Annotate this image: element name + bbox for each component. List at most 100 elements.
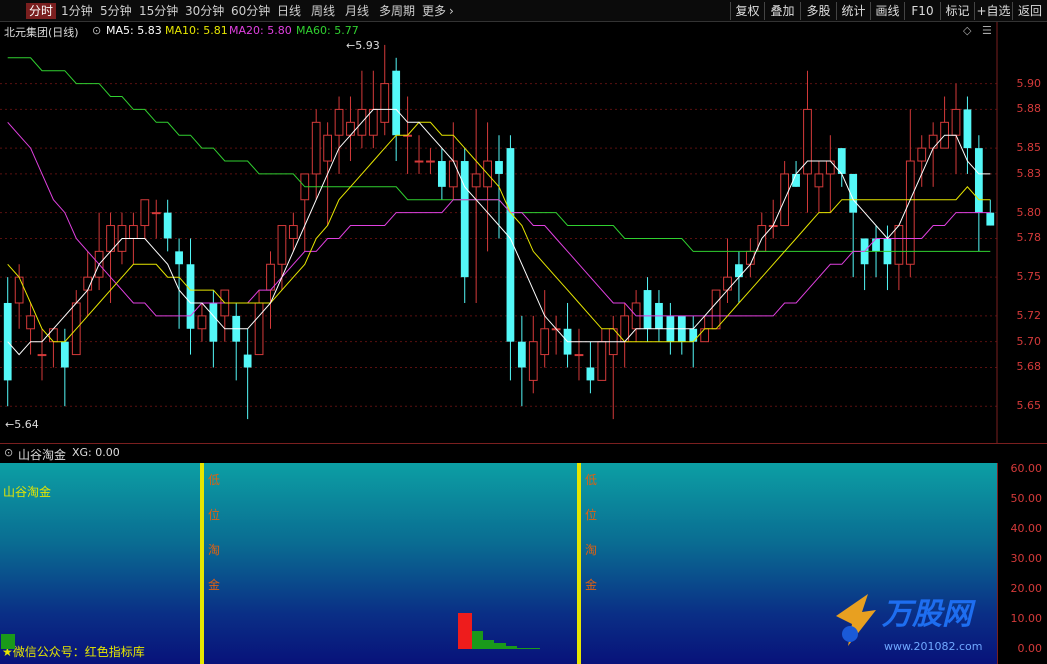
indicator-bar-green [0,634,15,649]
price-tick-label: 5.68 [1016,360,1042,374]
settings-icon[interactable]: ⊙ [92,24,101,37]
low-price-label: 5.64 [14,418,39,431]
price-tick-label: 5.72 [1016,308,1042,322]
watermark-url: www.201082.com [884,640,982,653]
indicator-label: 山谷淘金 [3,485,52,499]
candle-body-down [517,341,526,368]
candle-body-up [288,225,298,239]
candle-body-up [597,341,607,381]
candle-body-up [917,147,927,162]
chart-title: 北元集团(日线) [4,26,79,39]
candle-body-up [814,173,824,188]
candle-body-up [711,289,721,330]
period-tab-multi[interactable]: 多周期 [379,3,415,19]
indicator-bar-green [526,648,541,650]
mark-button[interactable]: 标记 [940,2,974,20]
overlay-button[interactable]: 叠加 [764,2,800,20]
candle-body-up [414,160,424,163]
candle-body-up [528,341,538,381]
menu-icon[interactable]: ☰ [982,24,992,37]
ma20-legend: MA20: 5.80 [229,24,292,37]
price-tick-label: 5.85 [1016,141,1042,155]
candle-body-up [368,108,378,136]
multi-stock-button[interactable]: 多股 [800,2,836,20]
period-tab-1min[interactable]: 1分钟 [61,3,93,19]
candle-body-up [49,328,58,343]
add-watchlist-button[interactable]: +自选 [974,2,1012,20]
settings-icon[interactable]: ⊙ [4,446,13,459]
period-tab-5min[interactable]: 5分钟 [100,3,132,19]
price-tick-label: 5.90 [1016,76,1042,90]
period-tab-daily[interactable]: 日线 [277,3,301,19]
candle-body-down [437,161,446,187]
period-tab-more[interactable]: 更多 [422,3,446,19]
candle-body-down [243,354,252,368]
candle-body-up [311,121,321,175]
price-tick-label: 5.83 [1016,166,1042,180]
statistics-button[interactable]: 统计 [836,2,870,20]
candle-body-up [951,108,961,136]
candle-body-down [643,290,652,329]
candle-body-down [163,212,172,239]
toolbar: 分时 1分钟 5分钟 15分钟 30分钟 60分钟 日线 周线 月线 多周期 更… [0,0,1047,22]
candle-body-up [540,328,550,356]
price-tick-label: 5.80 [1016,205,1042,219]
candle-body-down [735,264,743,278]
period-tab-15min[interactable]: 15分钟 [139,3,178,19]
indicator-tick-label: 40.00 [1010,522,1043,535]
candle-body-up [448,160,458,188]
candle-body-down [689,328,698,342]
period-tab-30min[interactable]: 30分钟 [185,3,224,19]
signal-char: 淘 [207,543,220,557]
candle-body-up [140,199,150,227]
candle-body-up [266,263,275,291]
restore-rights-button[interactable]: 复权 [730,2,764,20]
watermark-text: 万股网 [881,597,976,632]
ma60-legend: MA60: 5.77 [296,24,359,37]
indicator-header: ⊙ 山谷淘金 XG: 0.00 [0,444,1047,463]
main-kline-chart[interactable]: 北元集团(日线) ⊙ MA5: 5.83 MA10: 5.81 MA20: 5.… [0,22,1047,444]
high-price-label: 5.93 [355,39,380,52]
signal-char: 淘 [584,543,597,557]
candle-body-up [426,160,435,163]
candle-body-down [586,367,595,381]
candle-body-up [700,328,710,343]
high-price-marker: ←5.93 [346,39,380,52]
indicator-tick-label: 60.00 [1010,462,1043,475]
signal-char: 位 [207,508,220,522]
candle-body-up [323,134,333,162]
signal-line [199,463,204,664]
price-tick-label: 5.65 [1016,399,1042,413]
period-tab-timeshare[interactable]: 分时 [26,3,57,19]
candle-body-down [872,238,880,252]
period-tab-weekly[interactable]: 周线 [311,3,335,19]
indicator-bar-red [457,613,472,649]
candle-body-up [129,225,138,239]
signal-char: 位 [584,508,597,522]
indicator-axis: 60.00 50.00 40.00 30.00 20.00 10.00 0.00 [997,462,1047,664]
signal-char: 金 [584,578,597,592]
candle-body-up [574,354,584,357]
candle-body-down [209,302,218,342]
period-tab-monthly[interactable]: 月线 [345,3,369,19]
signal-char: 低 [584,473,597,487]
wangu-logo: 万股网 www.201082.com [836,594,982,653]
candle-body-up [905,160,915,265]
ma10-legend: MA10: 5.81 [165,24,228,37]
candle-body-up [197,315,207,330]
diamond-icon[interactable]: ◇ [963,24,971,37]
candle-body-up [14,276,24,304]
candle-body-down [392,70,401,136]
period-tab-60min[interactable]: 60分钟 [231,3,270,19]
chevron-right-icon[interactable]: › [449,3,454,19]
candle-body-up [334,108,344,136]
candle-body-up [894,225,904,265]
f10-button[interactable]: F10 [904,2,940,20]
indicator-xg-value: XG: 0.00 [72,446,120,459]
price-tick-label: 5.75 [1016,270,1042,284]
back-button[interactable]: 返回 [1012,2,1047,20]
draw-line-button[interactable]: 画线 [870,2,904,20]
signal-char: 金 [207,578,220,592]
candle-body-up [380,83,390,123]
candle-body-down [963,109,972,149]
